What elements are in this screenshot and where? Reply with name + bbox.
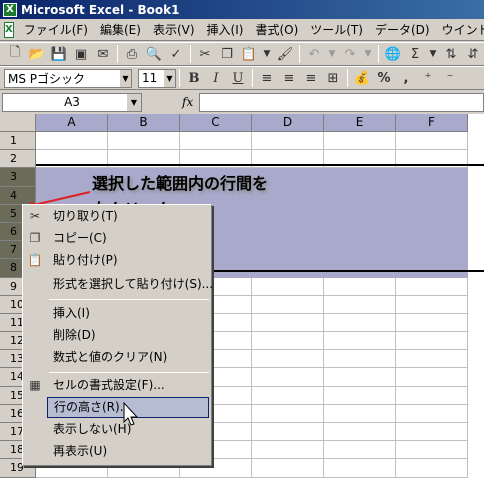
menu-item-paste-special[interactable]: 形式を選択して貼り付け(S)... [47,274,213,295]
copy-icon: ❐ [29,231,41,245]
menu-separator [49,299,209,300]
menu-item-paste[interactable]: 貼り付け(P) [47,250,209,271]
paste-icon: 📋 [27,253,43,267]
mouse-pointer-icon [123,402,139,426]
menu-item-insert[interactable]: 挿入(I) [47,303,209,324]
menu-separator [49,372,209,373]
context-menu: ✂ 切り取り(T) ❐ コピー(C) 📋 貼り付け(P) 形式を選択して貼り付け… [22,204,213,466]
menu-item-copy[interactable]: コピー(C) [47,228,209,249]
menu-item-cut[interactable]: 切り取り(T) [47,206,209,227]
menu-item-format-cells[interactable]: セルの書式設定(F)... [47,375,209,396]
menu-item-unhide[interactable]: 再表示(U) [47,441,209,462]
scissors-icon: ✂ [29,209,41,223]
annotation-line-1: 選択した範囲内の行間を [92,174,269,193]
menu-item-delete[interactable]: 削除(D) [47,325,209,346]
format-cells-icon: ▦ [29,378,41,392]
menu-item-clear-contents[interactable]: 数式と値のクリア(N) [47,347,209,368]
